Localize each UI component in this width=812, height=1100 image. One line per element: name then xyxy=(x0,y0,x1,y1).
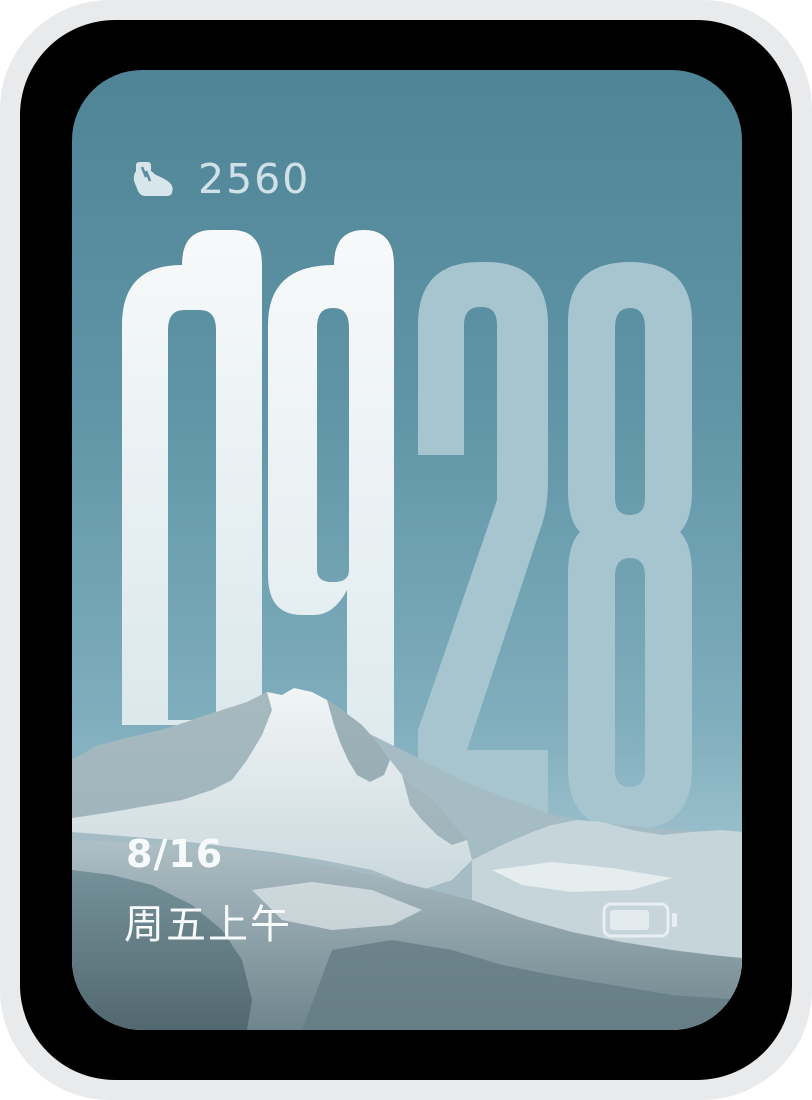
battery-fill xyxy=(610,910,649,930)
date-label: 8/16 xyxy=(126,832,224,876)
mountain-svg xyxy=(72,688,742,1030)
step-counter[interactable]: 2560 xyxy=(132,155,310,203)
shoe-icon xyxy=(133,162,173,196)
battery-icon xyxy=(602,902,677,938)
watch-screen[interactable]: 2560 8/16 周五上午 xyxy=(72,70,742,1030)
weekday-label: 周五上午 xyxy=(124,902,292,948)
mountain-scenery xyxy=(72,70,742,1030)
steps-value: 2560 xyxy=(198,155,311,203)
